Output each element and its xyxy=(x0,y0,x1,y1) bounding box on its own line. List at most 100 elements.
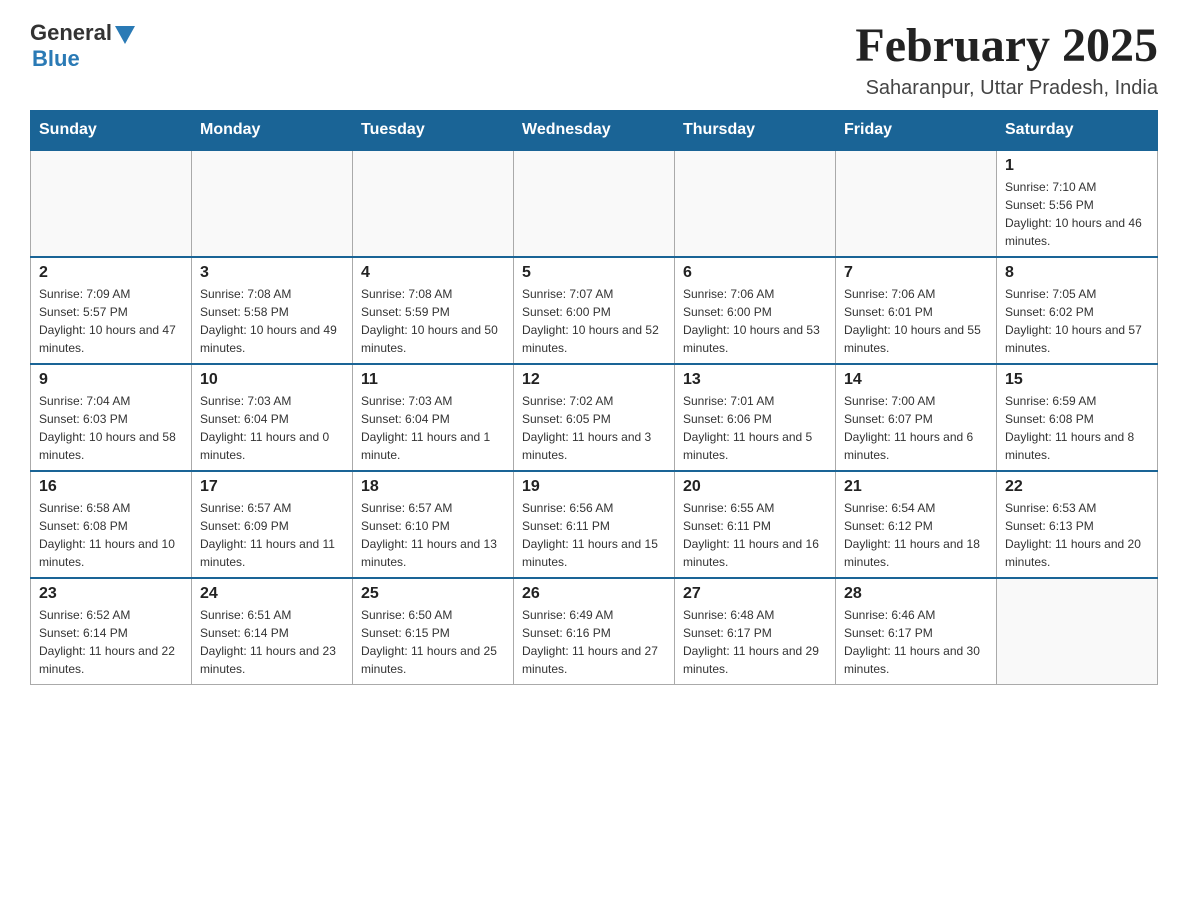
day-info: Sunrise: 7:08 AM Sunset: 5:59 PM Dayligh… xyxy=(361,285,505,357)
day-info: Sunrise: 6:56 AM Sunset: 6:11 PM Dayligh… xyxy=(522,499,666,571)
day-number: 22 xyxy=(1005,478,1149,496)
day-info: Sunrise: 6:55 AM Sunset: 6:11 PM Dayligh… xyxy=(683,499,827,571)
day-info: Sunrise: 6:49 AM Sunset: 6:16 PM Dayligh… xyxy=(522,606,666,678)
week-row-2: 2 Sunrise: 7:09 AM Sunset: 5:57 PM Daylig… xyxy=(31,257,1158,364)
cell-week4-day3: 19 Sunrise: 6:56 AM Sunset: 6:11 PM Dayli… xyxy=(514,471,675,578)
header-row: Sunday Monday Tuesday Wednesday Thursday… xyxy=(31,110,1158,150)
day-number: 5 xyxy=(522,264,666,282)
day-number: 7 xyxy=(844,264,988,282)
day-number: 21 xyxy=(844,478,988,496)
day-info: Sunrise: 7:09 AM Sunset: 5:57 PM Dayligh… xyxy=(39,285,183,357)
cell-week4-day6: 22 Sunrise: 6:53 AM Sunset: 6:13 PM Dayli… xyxy=(997,471,1158,578)
location-text: Saharanpur, Uttar Pradesh, India xyxy=(855,77,1158,100)
week-row-1: 1 Sunrise: 7:10 AM Sunset: 5:56 PM Daylig… xyxy=(31,150,1158,257)
day-info: Sunrise: 6:57 AM Sunset: 6:09 PM Dayligh… xyxy=(200,499,344,571)
day-number: 2 xyxy=(39,264,183,282)
day-number: 17 xyxy=(200,478,344,496)
cell-week5-day3: 26 Sunrise: 6:49 AM Sunset: 6:16 PM Dayli… xyxy=(514,578,675,685)
day-info: Sunrise: 7:06 AM Sunset: 6:00 PM Dayligh… xyxy=(683,285,827,357)
day-number: 25 xyxy=(361,585,505,603)
day-info: Sunrise: 7:03 AM Sunset: 6:04 PM Dayligh… xyxy=(361,392,505,464)
col-tuesday: Tuesday xyxy=(353,110,514,150)
day-number: 14 xyxy=(844,371,988,389)
title-area: February 2025 Saharanpur, Uttar Pradesh,… xyxy=(855,20,1158,100)
day-number: 15 xyxy=(1005,371,1149,389)
week-row-4: 16Sunrise: 6:58 AM Sunset: 6:08 PM Dayli… xyxy=(31,471,1158,578)
cell-week1-day4 xyxy=(675,150,836,257)
day-info: Sunrise: 6:54 AM Sunset: 6:12 PM Dayligh… xyxy=(844,499,988,571)
cell-week3-day2: 11 Sunrise: 7:03 AM Sunset: 6:04 PM Dayli… xyxy=(353,364,514,471)
day-number: 9 xyxy=(39,371,183,389)
cell-week5-day5: 28Sunrise: 6:46 AM Sunset: 6:17 PM Dayli… xyxy=(836,578,997,685)
day-info: Sunrise: 7:01 AM Sunset: 6:06 PM Dayligh… xyxy=(683,392,827,464)
cell-week2-day1: 3 Sunrise: 7:08 AM Sunset: 5:58 PM Daylig… xyxy=(192,257,353,364)
day-info: Sunrise: 6:51 AM Sunset: 6:14 PM Dayligh… xyxy=(200,606,344,678)
day-info: Sunrise: 6:52 AM Sunset: 6:14 PM Dayligh… xyxy=(39,606,183,678)
day-info: Sunrise: 7:00 AM Sunset: 6:07 PM Dayligh… xyxy=(844,392,988,464)
calendar-table: Sunday Monday Tuesday Wednesday Thursday… xyxy=(30,110,1158,685)
day-number: 4 xyxy=(361,264,505,282)
cell-week5-day2: 25Sunrise: 6:50 AM Sunset: 6:15 PM Dayli… xyxy=(353,578,514,685)
cell-week1-day2 xyxy=(353,150,514,257)
logo-blue-text: Blue xyxy=(32,46,80,72)
col-monday: Monday xyxy=(192,110,353,150)
day-number: 24 xyxy=(200,585,344,603)
col-sunday: Sunday xyxy=(31,110,192,150)
cell-week3-day1: 10 Sunrise: 7:03 AM Sunset: 6:04 PM Dayli… xyxy=(192,364,353,471)
cell-week4-day4: 20Sunrise: 6:55 AM Sunset: 6:11 PM Dayli… xyxy=(675,471,836,578)
day-number: 8 xyxy=(1005,264,1149,282)
day-info: Sunrise: 6:53 AM Sunset: 6:13 PM Dayligh… xyxy=(1005,499,1149,571)
cell-week1-day0 xyxy=(31,150,192,257)
week-row-5: 23 Sunrise: 6:52 AM Sunset: 6:14 PM Dayli… xyxy=(31,578,1158,685)
day-info: Sunrise: 7:08 AM Sunset: 5:58 PM Dayligh… xyxy=(200,285,344,357)
day-number: 1 xyxy=(1005,157,1149,175)
cell-week4-day1: 17 Sunrise: 6:57 AM Sunset: 6:09 PM Dayli… xyxy=(192,471,353,578)
day-number: 26 xyxy=(522,585,666,603)
cell-week2-day2: 4 Sunrise: 7:08 AM Sunset: 5:59 PM Daylig… xyxy=(353,257,514,364)
cell-week2-day0: 2 Sunrise: 7:09 AM Sunset: 5:57 PM Daylig… xyxy=(31,257,192,364)
cell-week5-day0: 23 Sunrise: 6:52 AM Sunset: 6:14 PM Dayli… xyxy=(31,578,192,685)
day-info: Sunrise: 7:07 AM Sunset: 6:00 PM Dayligh… xyxy=(522,285,666,357)
month-title: February 2025 xyxy=(855,20,1158,73)
cell-week2-day4: 6Sunrise: 7:06 AM Sunset: 6:00 PM Daylig… xyxy=(675,257,836,364)
cell-week5-day6 xyxy=(997,578,1158,685)
cell-week3-day5: 14 Sunrise: 7:00 AM Sunset: 6:07 PM Dayli… xyxy=(836,364,997,471)
cell-week2-day3: 5 Sunrise: 7:07 AM Sunset: 6:00 PM Daylig… xyxy=(514,257,675,364)
cell-week3-day0: 9 Sunrise: 7:04 AM Sunset: 6:03 PM Daylig… xyxy=(31,364,192,471)
day-info: Sunrise: 6:59 AM Sunset: 6:08 PM Dayligh… xyxy=(1005,392,1149,464)
day-info: Sunrise: 6:48 AM Sunset: 6:17 PM Dayligh… xyxy=(683,606,827,678)
cell-week5-day4: 27Sunrise: 6:48 AM Sunset: 6:17 PM Dayli… xyxy=(675,578,836,685)
cell-week4-day0: 16Sunrise: 6:58 AM Sunset: 6:08 PM Dayli… xyxy=(31,471,192,578)
day-number: 19 xyxy=(522,478,666,496)
day-info: Sunrise: 7:02 AM Sunset: 6:05 PM Dayligh… xyxy=(522,392,666,464)
day-info: Sunrise: 7:03 AM Sunset: 6:04 PM Dayligh… xyxy=(200,392,344,464)
col-thursday: Thursday xyxy=(675,110,836,150)
week-row-3: 9 Sunrise: 7:04 AM Sunset: 6:03 PM Daylig… xyxy=(31,364,1158,471)
page-header: General Blue February 2025 Saharanpur, U… xyxy=(30,20,1158,100)
day-number: 11 xyxy=(361,371,505,389)
cell-week1-day3 xyxy=(514,150,675,257)
col-saturday: Saturday xyxy=(997,110,1158,150)
cell-week2-day5: 7 Sunrise: 7:06 AM Sunset: 6:01 PM Daylig… xyxy=(836,257,997,364)
day-info: Sunrise: 7:04 AM Sunset: 6:03 PM Dayligh… xyxy=(39,392,183,464)
day-info: Sunrise: 7:10 AM Sunset: 5:56 PM Dayligh… xyxy=(1005,178,1149,250)
cell-week1-day6: 1 Sunrise: 7:10 AM Sunset: 5:56 PM Daylig… xyxy=(997,150,1158,257)
day-info: Sunrise: 7:05 AM Sunset: 6:02 PM Dayligh… xyxy=(1005,285,1149,357)
logo-general-text: General xyxy=(30,20,112,46)
day-number: 10 xyxy=(200,371,344,389)
cell-week4-day5: 21 Sunrise: 6:54 AM Sunset: 6:12 PM Dayli… xyxy=(836,471,997,578)
cell-week1-day1 xyxy=(192,150,353,257)
col-friday: Friday xyxy=(836,110,997,150)
cell-week3-day6: 15 Sunrise: 6:59 AM Sunset: 6:08 PM Dayli… xyxy=(997,364,1158,471)
cell-week2-day6: 8 Sunrise: 7:05 AM Sunset: 6:02 PM Daylig… xyxy=(997,257,1158,364)
cell-week3-day4: 13 Sunrise: 7:01 AM Sunset: 6:06 PM Dayli… xyxy=(675,364,836,471)
day-number: 12 xyxy=(522,371,666,389)
day-info: Sunrise: 6:58 AM Sunset: 6:08 PM Dayligh… xyxy=(39,499,183,571)
day-number: 13 xyxy=(683,371,827,389)
cell-week1-day5 xyxy=(836,150,997,257)
day-info: Sunrise: 7:06 AM Sunset: 6:01 PM Dayligh… xyxy=(844,285,988,357)
day-number: 23 xyxy=(39,585,183,603)
cell-week4-day2: 18Sunrise: 6:57 AM Sunset: 6:10 PM Dayli… xyxy=(353,471,514,578)
day-number: 18 xyxy=(361,478,505,496)
day-number: 3 xyxy=(200,264,344,282)
